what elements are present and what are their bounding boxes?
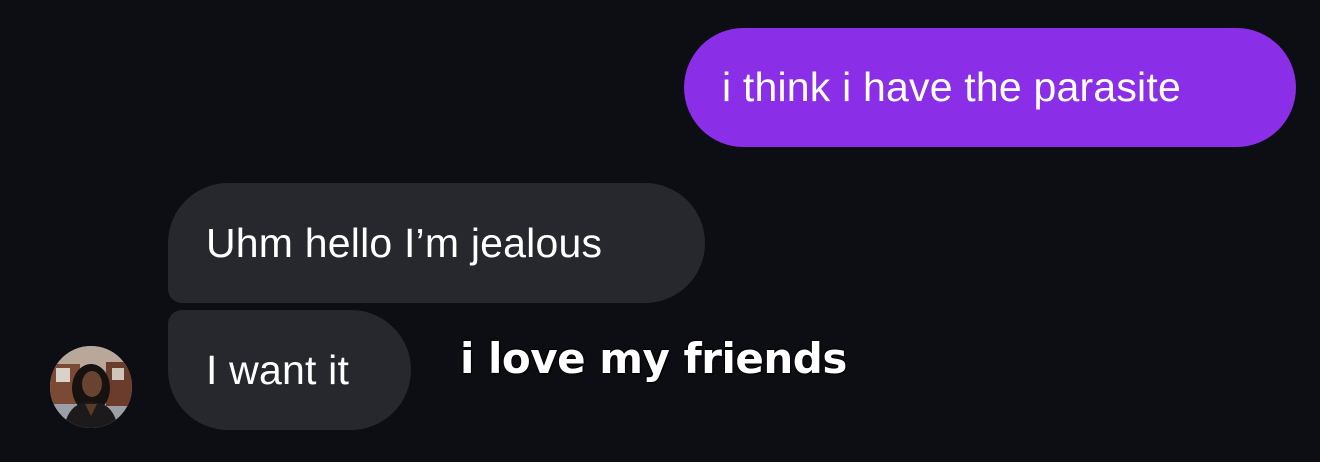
message-text: i think i have the parasite [722,64,1181,110]
overlay-caption-text: i love my friends [460,334,847,383]
received-message-bubble[interactable]: I want it [168,310,411,430]
chat-thread: i think i have the parasite Uhm hello I’… [0,0,1320,462]
message-text: I want it [206,346,350,393]
received-message-bubble[interactable]: Uhm hello I’m jealous [168,183,705,303]
contact-avatar[interactable] [50,346,132,428]
avatar-photo-icon [50,346,132,428]
sent-message-bubble[interactable]: i think i have the parasite [684,28,1296,147]
message-text: Uhm hello I’m jealous [206,219,603,266]
